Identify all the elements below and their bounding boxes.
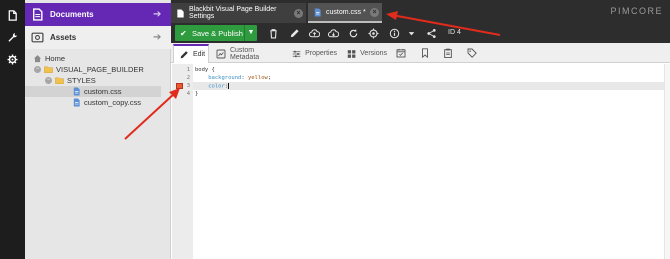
line-number: 2 (186, 75, 190, 81)
css-file-icon (73, 98, 80, 107)
home-icon (33, 55, 42, 63)
chevron-down-icon[interactable]: ▼ (244, 25, 257, 41)
delete-icon (269, 28, 277, 38)
line-number: 4 (186, 91, 190, 97)
tab-label: Blackbit Visual Page Builder Settings (189, 6, 277, 20)
subtab-label: Edit (193, 51, 206, 58)
download-icon (327, 28, 339, 37)
css-file-icon (73, 87, 80, 96)
code-property: background (208, 75, 242, 81)
clipboard-icon[interactable] (443, 48, 453, 58)
tree-item-label: Home (45, 54, 66, 63)
collapse-toggle-icon[interactable]: − (45, 77, 52, 84)
save-publish-label: Save & Publish (192, 28, 243, 38)
document-id-label: ID 4 (448, 29, 461, 36)
code-property: color (208, 83, 225, 90)
subtab-label: Properties (305, 50, 337, 57)
info-button[interactable] (386, 25, 402, 41)
close-icon[interactable]: × (370, 7, 379, 17)
target-icon (367, 27, 379, 39)
metadata-icon (216, 49, 226, 58)
tab-custom-css[interactable]: custom.css * × (308, 3, 382, 23)
code-selector: } (195, 91, 199, 97)
pimcore-logo: PIMCORE (610, 6, 663, 16)
tree-item-styles[interactable]: − STYLES (45, 75, 96, 86)
assets-panel-header[interactable]: Assets ➔ (25, 26, 171, 49)
tree-item-label: VISUAL_PAGE_BUILDER (56, 65, 144, 74)
code-line[interactable]: background: yellow; (195, 75, 271, 81)
settings-document-icon (177, 8, 184, 18)
image-icon (31, 32, 44, 43)
tree-item-custom-copy-css[interactable]: custom_copy.css (72, 97, 141, 108)
sliders-icon (292, 50, 301, 57)
reload-icon (349, 28, 357, 37)
line-number: 1 (186, 67, 190, 73)
info-icon (389, 28, 399, 38)
tree-item-label: custom_copy.css (84, 98, 141, 107)
subtab-label: Versions (360, 50, 387, 57)
versions-icon (347, 49, 356, 58)
tree-item-custom-css[interactable]: custom.css (25, 86, 161, 97)
code-editor[interactable]: 1 2 3 4 body { background: yellow; color… (172, 64, 670, 259)
subtab-edit[interactable]: Edit (173, 44, 209, 63)
text-cursor (228, 83, 230, 89)
edit-icon (180, 50, 188, 58)
edit-icon (290, 28, 299, 37)
chevron-down-icon (408, 31, 414, 35)
arrow-right-icon[interactable]: ➔ (153, 32, 163, 43)
folder-icon (44, 66, 53, 73)
share-button[interactable] (423, 25, 439, 41)
document-icon (33, 8, 43, 21)
subtab-properties[interactable]: Properties (287, 44, 337, 63)
gear-icon[interactable] (7, 54, 18, 65)
info-dropdown-button[interactable] (403, 25, 419, 41)
editor-tab-bar: Blackbit Visual Page Builder Settings × … (171, 0, 670, 23)
show-in-tree-button[interactable] (365, 25, 381, 41)
editor-scrollbar[interactable] (664, 64, 670, 259)
share-icon (426, 28, 436, 38)
close-icon[interactable]: × (294, 8, 303, 18)
subtab-versions[interactable]: Versions (342, 44, 387, 63)
document-toolbar: ✔ Save & Publish ▼ ID 4 (171, 23, 670, 43)
main-icon-rail (0, 0, 25, 259)
tab-label: custom.css * (326, 8, 366, 16)
code-selector: body { (195, 67, 215, 73)
documents-panel-header[interactable]: Documents ➔ (25, 3, 171, 26)
folder-icon (55, 77, 64, 84)
arrow-right-icon[interactable]: ➔ (153, 9, 163, 20)
documents-header-label: Documents (50, 10, 94, 19)
tree-item-visual-page-builder[interactable]: − VISUAL_PAGE_BUILDER (34, 64, 144, 75)
reload-button[interactable] (345, 25, 361, 41)
delete-button[interactable] (265, 25, 281, 41)
download-button[interactable] (325, 25, 341, 41)
rename-button[interactable] (286, 25, 302, 41)
code-line[interactable]: color: (195, 83, 230, 90)
code-value: yellow (248, 75, 268, 81)
editor-gutter: 1 2 3 4 (172, 64, 193, 259)
collapse-toggle-icon[interactable]: − (34, 66, 41, 73)
check-icon: ✔ (180, 28, 187, 38)
active-line-highlight (193, 82, 664, 90)
code-line[interactable]: } (195, 91, 198, 97)
wrench-icon[interactable] (7, 32, 18, 43)
subtab-custom-metadata[interactable]: Custom Metadata (211, 44, 285, 63)
tab-blackbit-settings[interactable]: Blackbit Visual Page Builder Settings × (171, 3, 306, 23)
css-file-icon (314, 7, 321, 17)
upload-button[interactable] (306, 25, 322, 41)
document-subtab-bar: Edit Custom Metadata Properties Versions (171, 43, 670, 63)
assets-header-label: Assets (50, 33, 77, 42)
save-publish-button[interactable]: ✔ Save & Publish ▼ (175, 25, 257, 41)
tree-item-label: custom.css (84, 87, 122, 96)
bookmark-icon[interactable] (420, 48, 430, 58)
tree-item-label: STYLES (67, 76, 96, 85)
subtab-label: Custom Metadata (229, 46, 260, 61)
line-number: 3 (186, 83, 190, 89)
upload-icon (308, 28, 320, 37)
code-line[interactable]: body { (195, 67, 215, 73)
tag-icon[interactable] (467, 48, 477, 58)
calendar-icon[interactable] (396, 48, 406, 58)
document-icon[interactable] (7, 10, 18, 21)
tree-item-home[interactable]: Home (33, 53, 65, 64)
document-tree-panel: Documents ➔ Assets ➔ Home − VISUAL_PAGE_… (25, 0, 171, 259)
